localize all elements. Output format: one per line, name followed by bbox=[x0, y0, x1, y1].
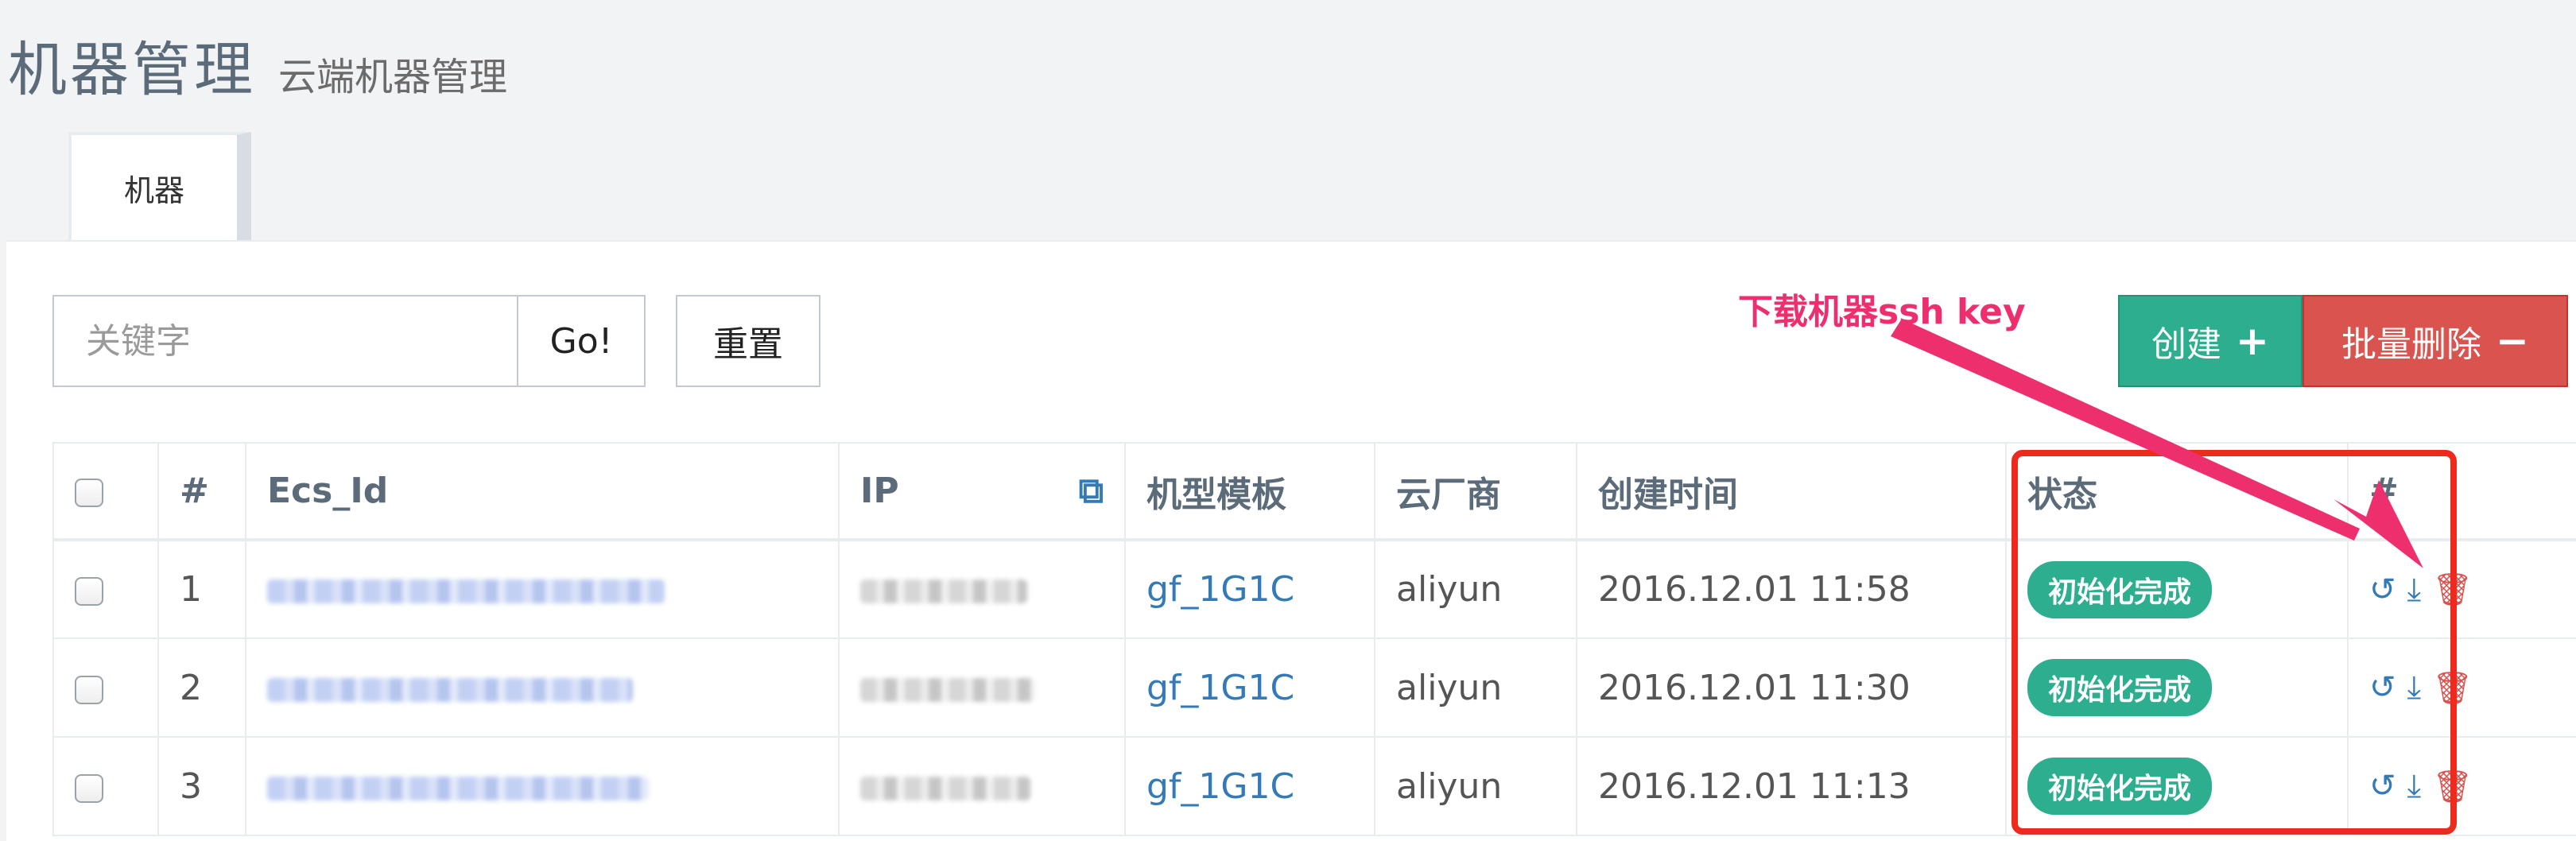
status-cell: 初始化完成 bbox=[2005, 638, 2349, 738]
page-header: 机器管理 云端机器管理 bbox=[8, 22, 507, 107]
plus-icon: + bbox=[2236, 318, 2269, 364]
copy-icon[interactable]: ⧉ bbox=[1079, 471, 1104, 511]
row-select-cell bbox=[52, 736, 159, 836]
row-checkbox[interactable] bbox=[75, 675, 103, 704]
ip-redacted bbox=[860, 579, 1027, 603]
template-cell: gf_1G1C bbox=[1124, 638, 1375, 738]
select-all-cell bbox=[52, 442, 159, 541]
status-badge: 初始化完成 bbox=[2027, 758, 2213, 815]
column-header-actions: # bbox=[2347, 442, 2576, 541]
select-all-checkbox[interactable] bbox=[75, 479, 103, 507]
table-row: 1 gf_1G1C aliyun 2016.12.01 11:58 初始化完成 … bbox=[52, 539, 2576, 639]
actions-cell: ↺ ⤓ 🗑 bbox=[2347, 638, 2576, 738]
reset-button[interactable]: 重置 bbox=[676, 295, 821, 387]
row-index: 2 bbox=[157, 638, 246, 738]
tab-bar: 机器 bbox=[68, 132, 251, 240]
row-checkbox[interactable] bbox=[75, 773, 103, 803]
download-icon[interactable]: ⤓ bbox=[2407, 768, 2422, 804]
column-header-index: # bbox=[157, 442, 246, 541]
go-button[interactable]: Go! bbox=[517, 295, 646, 387]
trash-icon[interactable]: 🗑 bbox=[2432, 669, 2473, 707]
table-row: 3 gf_1G1C aliyun 2016.12.01 11:13 初始化完成 … bbox=[52, 736, 2576, 836]
actions-cell: ↺ ⤓ 🗑 bbox=[2347, 736, 2576, 836]
status-badge: 初始化完成 bbox=[2027, 659, 2213, 716]
status-cell: 初始化完成 bbox=[2005, 736, 2349, 836]
ip-redacted bbox=[860, 776, 1030, 800]
page-title: 机器管理 bbox=[8, 36, 256, 104]
machine-table: # Ecs_Id IP ⧉ 机型模板 云厂商 创建时间 状态 # 1 gf_1G… bbox=[52, 442, 2576, 836]
ecs-id-cell bbox=[245, 736, 840, 836]
column-header-template: 机型模板 bbox=[1124, 442, 1375, 541]
table-row: 2 gf_1G1C aliyun 2016.12.01 11:30 初始化完成 … bbox=[52, 638, 2576, 738]
template-cell: gf_1G1C bbox=[1124, 736, 1375, 836]
batch-delete-button-label: 批量删除 bbox=[2341, 324, 2482, 365]
search-input[interactable] bbox=[52, 295, 520, 387]
ecs-id-link-redacted[interactable] bbox=[267, 776, 649, 800]
ip-cell bbox=[838, 539, 1126, 639]
column-header-created: 创建时间 bbox=[1576, 442, 2007, 541]
create-button-label: 创建 bbox=[2151, 324, 2222, 365]
ip-cell bbox=[838, 638, 1126, 738]
trash-icon[interactable]: 🗑 bbox=[2432, 768, 2473, 805]
column-header-status: 状态 bbox=[2005, 442, 2349, 541]
provider-cell: aliyun bbox=[1374, 638, 1577, 738]
history-icon[interactable]: ↺ bbox=[2369, 768, 2396, 804]
row-select-cell bbox=[52, 638, 159, 738]
created-cell: 2016.12.01 11:13 bbox=[1576, 736, 2007, 836]
column-header-provider: 云厂商 bbox=[1374, 442, 1577, 541]
template-link[interactable]: gf_1G1C bbox=[1146, 569, 1294, 610]
status-cell: 初始化完成 bbox=[2005, 539, 2349, 639]
created-cell: 2016.12.01 11:30 bbox=[1576, 638, 2007, 738]
ip-redacted bbox=[860, 677, 1035, 702]
tab-machines[interactable]: 机器 bbox=[68, 132, 251, 240]
annotation-label: 下载机器ssh key bbox=[1738, 292, 2026, 332]
status-badge: 初始化完成 bbox=[2027, 560, 2213, 618]
ecs-id-cell bbox=[245, 638, 840, 738]
template-link[interactable]: gf_1G1C bbox=[1146, 766, 1294, 807]
provider-cell: aliyun bbox=[1374, 736, 1577, 836]
row-select-cell bbox=[52, 539, 159, 639]
create-button[interactable]: 创建 + bbox=[2118, 295, 2302, 387]
ecs-id-link-redacted[interactable] bbox=[267, 677, 633, 702]
row-checkbox[interactable] bbox=[75, 577, 103, 606]
template-link[interactable]: gf_1G1C bbox=[1146, 668, 1294, 708]
created-cell: 2016.12.01 11:58 bbox=[1576, 539, 2007, 639]
template-cell: gf_1G1C bbox=[1124, 539, 1375, 639]
column-header-ecs-id: Ecs_Id bbox=[245, 442, 840, 541]
actions-cell: ↺ ⤓ 🗑 bbox=[2347, 539, 2576, 639]
main-panel: Go! 重置 下载机器ssh key 创建 + 批量删除 − # Ecs_Id … bbox=[6, 240, 2576, 841]
column-header-ip: IP ⧉ bbox=[838, 442, 1126, 541]
ecs-id-link-redacted[interactable] bbox=[267, 579, 665, 603]
minus-icon: − bbox=[2496, 318, 2529, 364]
provider-cell: aliyun bbox=[1374, 539, 1577, 639]
table-header-row: # Ecs_Id IP ⧉ 机型模板 云厂商 创建时间 状态 # bbox=[52, 442, 2576, 541]
column-header-ip-label: IP bbox=[860, 471, 899, 511]
ip-cell bbox=[838, 736, 1126, 836]
ecs-id-cell bbox=[245, 539, 840, 639]
download-icon[interactable]: ⤓ bbox=[2407, 572, 2422, 608]
batch-delete-button[interactable]: 批量删除 − bbox=[2302, 295, 2568, 387]
history-icon[interactable]: ↺ bbox=[2369, 572, 2396, 608]
download-icon[interactable]: ⤓ bbox=[2407, 669, 2422, 706]
row-index: 3 bbox=[157, 736, 246, 836]
history-icon[interactable]: ↺ bbox=[2369, 669, 2396, 706]
row-index: 1 bbox=[157, 539, 246, 639]
page-subtitle: 云端机器管理 bbox=[278, 55, 508, 99]
trash-icon[interactable]: 🗑 bbox=[2432, 571, 2473, 608]
